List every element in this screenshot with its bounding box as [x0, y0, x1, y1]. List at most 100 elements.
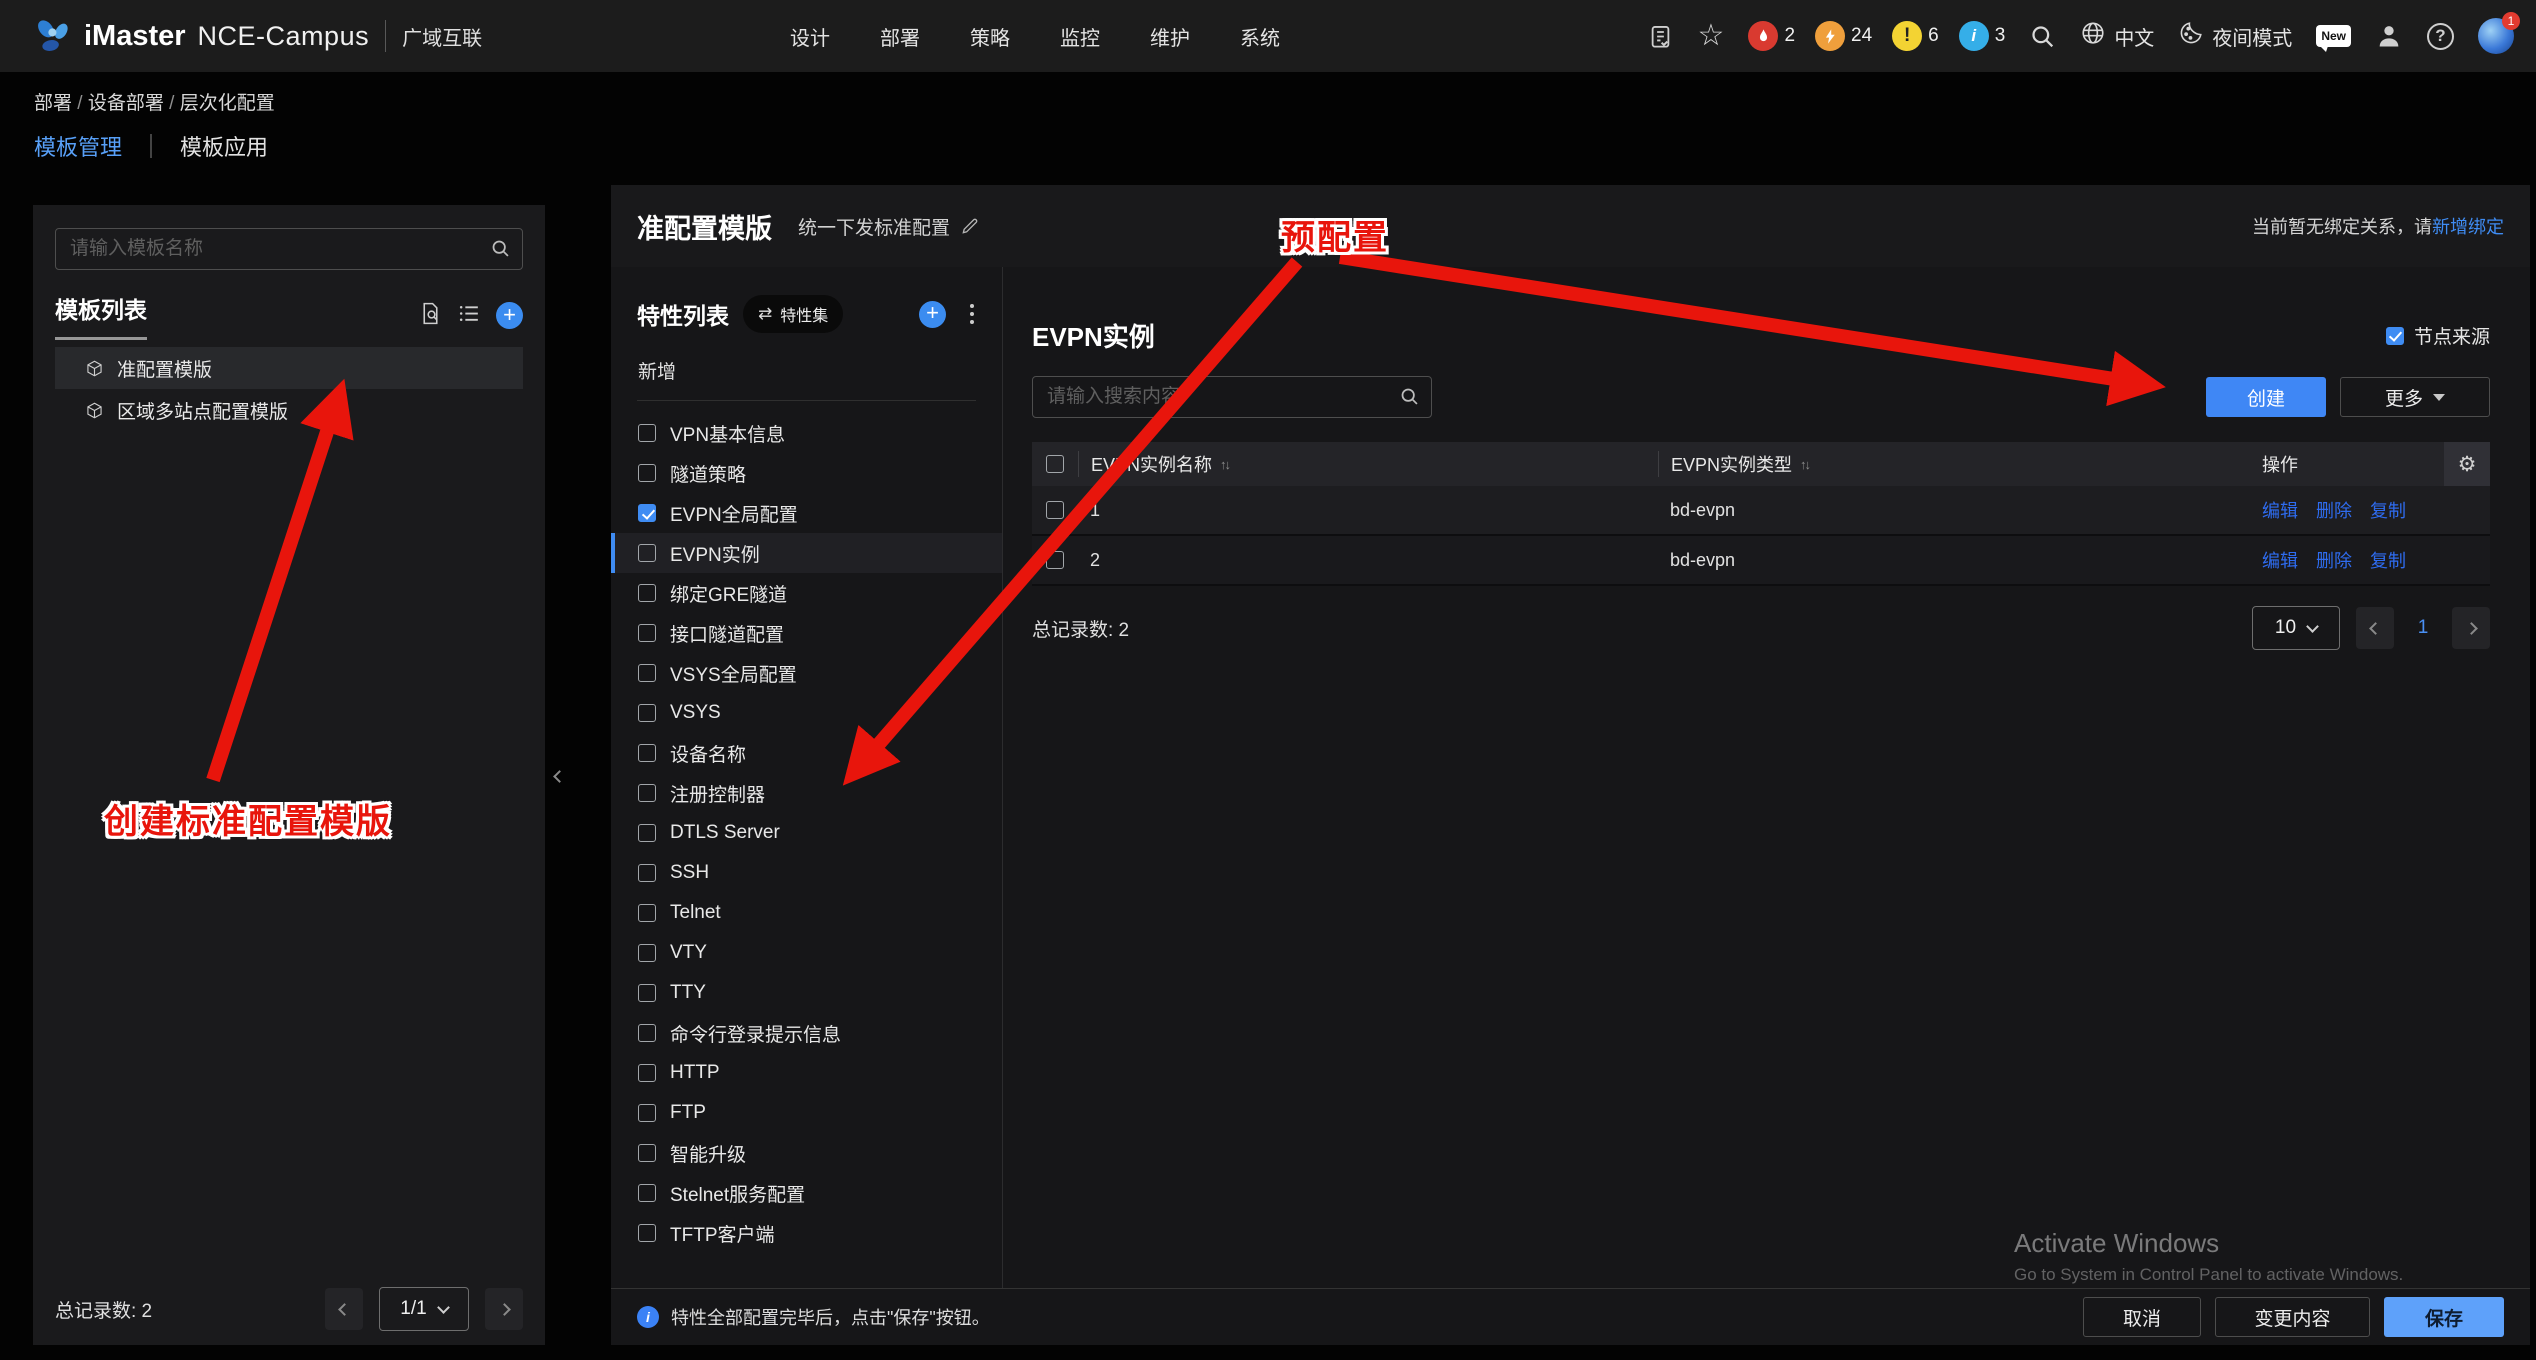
add-template-button[interactable]: + [496, 302, 523, 329]
feature-checkbox[interactable] [638, 864, 656, 882]
page-size-select[interactable]: 10 [2252, 606, 2340, 650]
select-all-checkbox[interactable] [1046, 455, 1064, 473]
feature-checkbox[interactable] [638, 944, 656, 962]
favorites-icon[interactable]: ☆ [1698, 21, 1725, 51]
sort-icon[interactable]: ↑↓ [1220, 457, 1229, 472]
search-icon[interactable] [2029, 23, 2056, 50]
feature-checkbox[interactable] [638, 1144, 656, 1162]
feature-item[interactable]: 设备名称 [611, 733, 1002, 773]
feature-item[interactable]: 绑定GRE隧道 [611, 573, 1002, 613]
next-page-button[interactable] [2452, 607, 2490, 649]
feature-item[interactable]: DTLS Server [611, 813, 1002, 853]
feature-item[interactable]: VTY [611, 933, 1002, 973]
create-button[interactable]: 创建 [2206, 377, 2326, 417]
column-settings-icon[interactable]: ⚙ [2458, 454, 2477, 475]
action-link[interactable]: 编辑 [2262, 547, 2298, 573]
feature-checkbox[interactable] [638, 544, 656, 562]
feature-checkbox[interactable] [638, 984, 656, 1002]
feature-item[interactable]: TFTP客户端 [611, 1213, 1002, 1253]
feature-checkbox[interactable] [638, 904, 656, 922]
template-item[interactable]: 区域多站点配置模版 [55, 389, 523, 431]
sort-icon[interactable]: ↑↓ [1800, 457, 1809, 472]
nav-item[interactable]: 系统 [1240, 22, 1280, 51]
cancel-button[interactable]: 取消 [2083, 1297, 2201, 1337]
feature-item[interactable]: HTTP [611, 1053, 1002, 1093]
page-select[interactable]: 1/1 [379, 1287, 469, 1331]
user-icon[interactable] [2375, 22, 2403, 50]
feature-checkbox[interactable] [638, 664, 656, 682]
feature-item[interactable]: 注册控制器 [611, 773, 1002, 813]
tab-template-manage[interactable]: 模板管理 [34, 130, 122, 162]
breadcrumb-item[interactable]: 设备部署 [88, 93, 164, 114]
task-log-icon[interactable] [1647, 23, 1674, 50]
feature-checkbox[interactable] [638, 704, 656, 722]
feature-checkbox[interactable] [638, 744, 656, 762]
feature-checkbox[interactable] [638, 464, 656, 482]
whats-new-icon[interactable]: New [2316, 25, 2351, 47]
feature-item[interactable]: SSH [611, 853, 1002, 893]
nav-item[interactable]: 策略 [970, 22, 1010, 51]
feature-checkbox[interactable] [638, 1224, 656, 1242]
feature-checkbox[interactable] [638, 824, 656, 842]
template-search-input[interactable] [55, 228, 523, 270]
action-link[interactable]: 复制 [2370, 547, 2406, 573]
template-item[interactable]: 准配置模版 [55, 347, 523, 389]
add-binding-link[interactable]: 新增绑定 [2432, 217, 2504, 237]
breadcrumb-item[interactable]: 层次化配置 [180, 93, 275, 114]
list-view-icon[interactable] [457, 301, 482, 331]
prev-page-button[interactable] [2356, 607, 2394, 649]
evpn-search-input[interactable] [1032, 376, 1432, 418]
feature-item[interactable]: VPN基本信息 [611, 413, 1002, 453]
theme-toggle[interactable]: 夜间模式 [2178, 20, 2292, 52]
feature-item[interactable]: 隧道策略 [611, 453, 1002, 493]
feature-checkbox[interactable] [638, 424, 656, 442]
sidebar-collapse-handle[interactable] [547, 748, 571, 804]
doc-search-icon[interactable] [418, 301, 443, 331]
search-icon[interactable] [1399, 386, 1420, 412]
nav-item[interactable]: 设计 [790, 22, 830, 51]
nav-item[interactable]: 监控 [1060, 22, 1100, 51]
row-checkbox[interactable] [1046, 501, 1064, 519]
feature-checkbox[interactable] [638, 1024, 656, 1042]
action-link[interactable]: 删除 [2316, 547, 2352, 573]
feature-checkbox[interactable] [638, 1064, 656, 1082]
row-checkbox[interactable] [1046, 551, 1064, 569]
feature-item[interactable]: 接口隧道配置 [611, 613, 1002, 653]
search-icon[interactable] [490, 238, 511, 264]
action-link[interactable]: 删除 [2316, 497, 2352, 523]
feature-checkbox[interactable] [638, 504, 656, 522]
tab-template-apply[interactable]: 模板应用 [180, 130, 268, 162]
feature-item[interactable]: Stelnet服务配置 [611, 1173, 1002, 1213]
help-icon[interactable]: ? [2427, 23, 2454, 50]
feature-item[interactable]: 命令行登录提示信息 [611, 1013, 1002, 1053]
feature-checkbox[interactable] [638, 624, 656, 642]
feature-item[interactable]: VSYS [611, 693, 1002, 733]
feature-checkbox[interactable] [638, 584, 656, 602]
feature-checkbox[interactable] [638, 1184, 656, 1202]
save-button[interactable]: 保存 [2384, 1297, 2504, 1337]
feature-item[interactable]: EVPN实例 [611, 533, 1002, 573]
alarm-major[interactable]: 24 [1815, 21, 1872, 51]
feature-set-toggle[interactable]: ⇄ 特性集 [743, 295, 843, 333]
column-header[interactable]: EVPN实例名称↑↓ [1078, 451, 1658, 477]
feature-item[interactable]: VSYS全局配置 [611, 653, 1002, 693]
feature-item[interactable]: EVPN全局配置 [611, 493, 1002, 533]
avatar[interactable]: 1 [2478, 18, 2514, 54]
add-feature-button[interactable]: + [919, 301, 946, 328]
nav-item[interactable]: 部署 [880, 22, 920, 51]
action-link[interactable]: 编辑 [2262, 497, 2298, 523]
changes-button[interactable]: 变更内容 [2215, 1297, 2370, 1337]
feature-item[interactable]: Telnet [611, 893, 1002, 933]
node-source-checkbox[interactable] [2386, 327, 2404, 345]
feature-checkbox[interactable] [638, 784, 656, 802]
next-page-button[interactable] [485, 1288, 523, 1330]
breadcrumb-item[interactable]: 部署 [34, 93, 72, 114]
feature-checkbox[interactable] [638, 1104, 656, 1122]
feature-item[interactable]: 智能升级 [611, 1133, 1002, 1173]
action-link[interactable]: 复制 [2370, 497, 2406, 523]
feature-item[interactable]: TTY [611, 973, 1002, 1013]
nav-item[interactable]: 维护 [1150, 22, 1190, 51]
feature-item[interactable]: FTP [611, 1093, 1002, 1133]
language-switch[interactable]: 中文 [2080, 20, 2154, 52]
alarm-prompt[interactable]: i3 [1959, 21, 2006, 51]
